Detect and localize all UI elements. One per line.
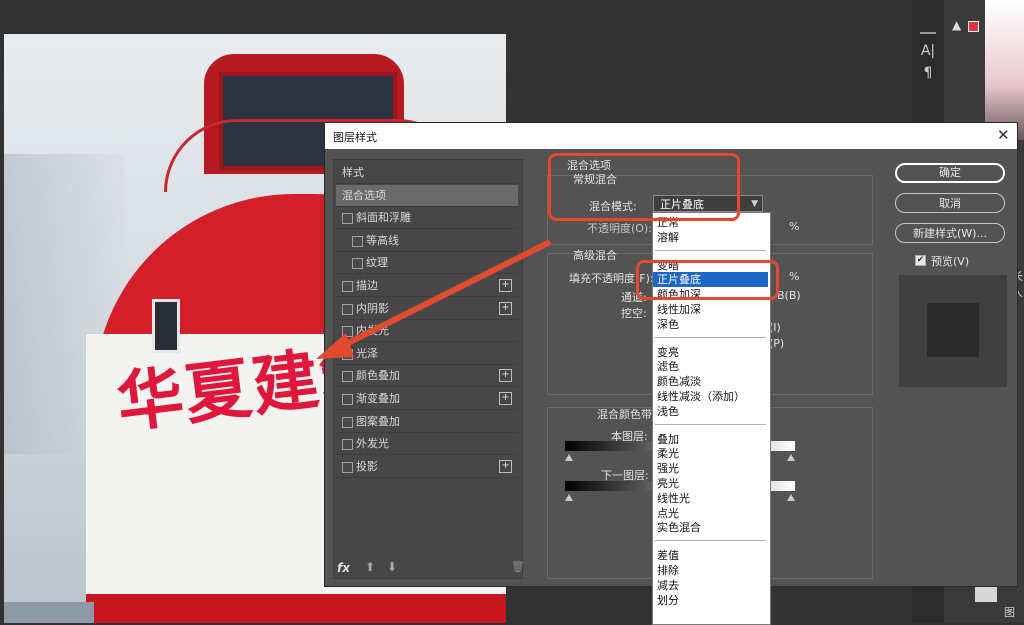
underlying-black-handle[interactable]	[565, 494, 573, 501]
callout-multiply-option	[636, 260, 779, 300]
chevron-down-icon: ▼	[751, 199, 758, 209]
annotation-arrow	[316, 240, 551, 359]
blend-mode-option[interactable]: 溶解	[653, 230, 768, 245]
opacity-unit: %	[789, 220, 800, 233]
menu-separator	[655, 540, 766, 542]
blend-mode-option[interactable]: 柔光	[653, 446, 768, 461]
panel-top-button[interactable]	[920, 20, 936, 34]
blend-mode-option[interactable]: 亮光	[653, 476, 768, 491]
preview-checkbox[interactable]: ✔	[915, 255, 926, 266]
style-checkbox[interactable]	[342, 439, 353, 451]
color-picker-gradient[interactable]	[985, 0, 1024, 140]
arrow-head	[316, 333, 354, 359]
style-checkbox[interactable]	[342, 461, 353, 473]
fx-icon[interactable]: fx	[337, 561, 350, 575]
channel-b-checkbox-label[interactable]: B(B)	[777, 289, 801, 302]
style-item-label: 图案叠加	[356, 414, 400, 428]
knockout-label: 挖空:	[621, 307, 647, 320]
paragraph-panel-button[interactable]: ¶	[914, 62, 942, 84]
style-preview-thumbnail	[899, 275, 1007, 387]
style-item[interactable]: 渐变叠加 +	[336, 388, 518, 410]
ok-button[interactable]: 确定	[895, 163, 1005, 183]
style-item[interactable]: 图案叠加	[336, 411, 518, 433]
style-item-label: 渐变叠加	[356, 392, 400, 405]
underlying-white-handle[interactable]	[787, 494, 795, 501]
blend-mode-option[interactable]: 颜色减淡	[653, 374, 768, 389]
blend-mode-option[interactable]: 排除	[653, 563, 768, 578]
blend-mode-option[interactable]: 叠加	[653, 432, 768, 447]
style-item-label: 样式	[342, 166, 364, 179]
blend-mode-option[interactable]: 强光	[653, 461, 768, 476]
this-layer-white-handle[interactable]	[787, 454, 795, 461]
warning-icon: ▲	[952, 18, 962, 32]
menu-separator	[655, 336, 766, 338]
layer-name-label: 图	[1004, 606, 1015, 619]
blend-mode-option[interactable]: 实色混合	[653, 520, 768, 535]
style-item[interactable]: 外发光	[336, 433, 518, 456]
blend-mode-option[interactable]: 变亮	[653, 345, 768, 360]
style-item-label: 混合选项	[342, 188, 386, 202]
character-panel-button[interactable]: A|	[914, 40, 942, 62]
preview-swatch	[927, 303, 979, 357]
style-checkbox[interactable]	[342, 213, 353, 225]
blend-mode-option[interactable]: 减去	[653, 578, 768, 593]
color-swatch[interactable]	[968, 21, 979, 32]
style-item-label: 投影	[356, 459, 378, 473]
trash-icon[interactable]: 🗑	[511, 560, 525, 573]
blend-mode-option[interactable]: 线性加深	[653, 302, 768, 317]
blend-mode-option[interactable]: 划分	[653, 593, 768, 608]
menu-separator	[655, 423, 766, 425]
style-item[interactable]: 混合选项	[336, 184, 518, 207]
add-effect-icon[interactable]: +	[499, 459, 512, 473]
this-layer-black-handle[interactable]	[565, 454, 573, 461]
style-checkbox[interactable]	[342, 416, 353, 428]
blend-if-label: 混合颜色带:	[597, 408, 656, 421]
arrow-shaft	[329, 240, 551, 354]
panel-tool-buttons: A| ¶	[914, 20, 942, 84]
dialog-title: 图层样式	[333, 131, 377, 144]
sea	[4, 602, 94, 623]
callout-blend-mode	[548, 153, 740, 221]
add-effect-icon[interactable]: +	[499, 392, 512, 405]
blend-mode-option[interactable]: 差值	[653, 548, 768, 563]
dialog-titlebar[interactable]: 图层样式 ✕	[325, 123, 1017, 149]
style-item-label: 斜面和浮雕	[356, 211, 411, 225]
style-item[interactable]: 斜面和浮雕	[336, 207, 518, 230]
opacity-label: 不透明度(O):	[587, 222, 652, 235]
blend-mode-option[interactable]: 点光	[653, 506, 768, 521]
close-icon[interactable]: ✕	[997, 126, 1010, 144]
style-checkbox[interactable]	[342, 394, 353, 405]
move-up-icon[interactable]: ⬆	[365, 560, 375, 574]
style-item-label: 外发光	[356, 437, 389, 451]
blend-mode-option[interactable]: 线性减淡（添加）	[653, 389, 768, 404]
style-item[interactable]: 样式	[336, 162, 518, 184]
lighthouse-base-band	[86, 594, 506, 623]
blend-mode-option[interactable]: 线性光	[653, 491, 768, 506]
fill-opacity-unit: %	[789, 270, 800, 283]
move-down-icon[interactable]: ⬇	[387, 560, 397, 574]
cancel-button[interactable]: 取消	[895, 193, 1005, 213]
advanced-blending-title: 高级混合	[573, 249, 617, 262]
blend-mode-option[interactable]: 滤色	[653, 359, 768, 374]
menu-separator	[655, 249, 766, 251]
style-item[interactable]: 投影 +	[336, 456, 518, 478]
knockout-option-2[interactable]: (P)	[769, 337, 784, 350]
blend-mode-option[interactable]: 浅色	[653, 404, 768, 419]
new-style-button[interactable]: 新建样式(W)...	[895, 223, 1005, 243]
preview-label: 预览(V)	[931, 255, 970, 268]
blend-mode-option[interactable]: 深色	[653, 317, 768, 332]
